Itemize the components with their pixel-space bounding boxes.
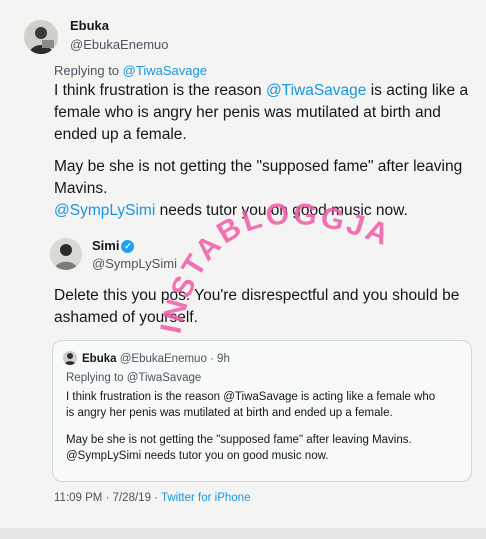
author-name-line: Simi ✓ bbox=[92, 238, 135, 254]
quoted-author-handle-time: @EbukaEnemuo · 9h bbox=[119, 353, 230, 365]
author-name[interactable]: Simi bbox=[92, 238, 119, 253]
svg-text:INSTABLOGGJA: INSTABLOGGJA bbox=[154, 197, 395, 336]
avatar bbox=[63, 351, 77, 365]
tweet-text-part: I think frustration is the reason bbox=[54, 82, 266, 99]
avatar[interactable] bbox=[24, 20, 58, 54]
quoted-text-line: is angry her penis was mutilated at birt… bbox=[66, 407, 393, 419]
bottom-edge bbox=[0, 528, 486, 539]
timestamp[interactable]: 11:09 PM · 7/28/19 · bbox=[54, 492, 161, 504]
quoted-author-name: Ebuka bbox=[82, 353, 117, 365]
verified-badge-icon: ✓ bbox=[121, 240, 135, 254]
screenshot-page: Ebuka @EbukaEnemuo Replying to @TiwaSava… bbox=[0, 0, 486, 539]
replying-to-line: Replying to @TiwaSavage bbox=[54, 63, 207, 78]
mention-link[interactable]: @SympLySimi bbox=[54, 202, 155, 219]
quoted-author-line: Ebuka @EbukaEnemuo · 9h bbox=[82, 351, 230, 367]
author-handle[interactable]: @EbukaEnemuo bbox=[70, 37, 168, 52]
quoted-text-line: @SympLySimi needs tutor you on good musi… bbox=[66, 450, 329, 462]
quoted-text-line: May be she is not getting the "supposed … bbox=[66, 434, 412, 446]
watermark-text: INSTABLOGGJA bbox=[154, 197, 392, 336]
source-link[interactable]: Twitter for iPhone bbox=[161, 492, 250, 504]
tweet-meta: 11:09 PM · 7/28/19 · Twitter for iPhone bbox=[54, 492, 250, 504]
replying-to-mention[interactable]: @TiwaSavage bbox=[123, 63, 207, 78]
watermark: INSTABLOGGJA bbox=[154, 197, 395, 336]
replying-to-label: Replying to bbox=[54, 63, 120, 78]
quoted-text-line: I think frustration is the reason @TiwaS… bbox=[66, 391, 436, 403]
author-name[interactable]: Ebuka bbox=[70, 18, 109, 33]
tweet-text-part: is acting like a bbox=[366, 82, 469, 99]
quoted-replying-to: Replying to @TiwaSavage bbox=[66, 372, 202, 384]
mention-link[interactable]: @TiwaSavage bbox=[266, 82, 366, 99]
avatar[interactable] bbox=[50, 238, 82, 270]
tweet-line: I think frustration is the reason @TiwaS… bbox=[54, 80, 484, 102]
